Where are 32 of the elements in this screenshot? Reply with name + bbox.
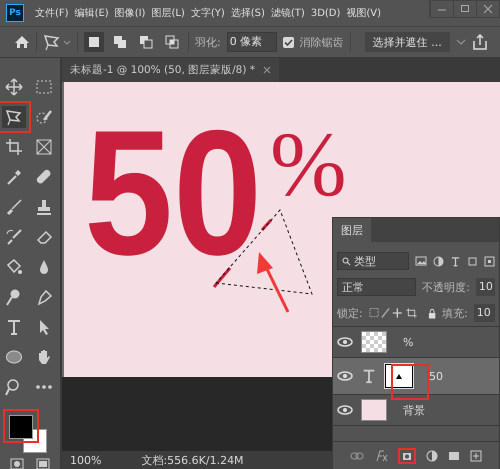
opacity-label: 不透明度: <box>422 280 470 294</box>
blend-mode-dropdown[interactable]: 正常 <box>337 278 416 296</box>
canvas-percent-text: % <box>270 118 347 210</box>
fill-field[interactable]: 10 <box>474 304 496 322</box>
menu-item[interactable]: 选择(S) <box>228 6 268 20</box>
document-info: 文档:556.6K/1.24M <box>141 453 244 468</box>
menu-item[interactable]: 图像(I) <box>112 6 148 20</box>
opacity-field[interactable]: 10 <box>476 278 495 296</box>
lock-label: 锁定: <box>337 306 363 320</box>
layer-name: 背景 <box>402 402 425 418</box>
layer-name: 50 <box>428 370 443 382</box>
menu-item[interactable]: 视图(V) <box>343 6 384 20</box>
menu-item[interactable]: 文字(Y) <box>188 6 228 20</box>
menu-item[interactable]: 滤镜(T) <box>268 6 308 20</box>
canvas-number-text: 50 <box>84 122 262 264</box>
select-and-mask-button[interactable]: 选择并遮住 ... <box>364 32 450 52</box>
menu-item[interactable]: 3D(D) <box>308 8 344 18</box>
feather-label: 羽化: <box>195 34 221 50</box>
menu-item[interactable]: 文件(F) <box>32 6 72 20</box>
layer-name: % <box>402 336 414 348</box>
document-tab[interactable]: 未标题-1 @ 100% (50, 图层蒙版/8) * <box>62 58 280 82</box>
filter-dropdown[interactable]: 类型 <box>337 252 409 270</box>
layer-row[interactable]: 50 <box>333 358 499 395</box>
menu-item[interactable]: 图层(L) <box>148 6 188 20</box>
panel-tab[interactable]: 图层 <box>333 218 371 242</box>
menu-item[interactable]: 编辑(E) <box>72 6 112 20</box>
layer-row[interactable]: 背景 <box>333 395 499 426</box>
zoom-level[interactable]: 100% <box>70 454 102 467</box>
app-logo: Ps <box>6 4 24 22</box>
fill-label: 填充: <box>442 306 468 320</box>
feather-field[interactable]: 0 像素 <box>226 32 277 52</box>
antialias-label: 消除锯齿 <box>300 34 344 50</box>
